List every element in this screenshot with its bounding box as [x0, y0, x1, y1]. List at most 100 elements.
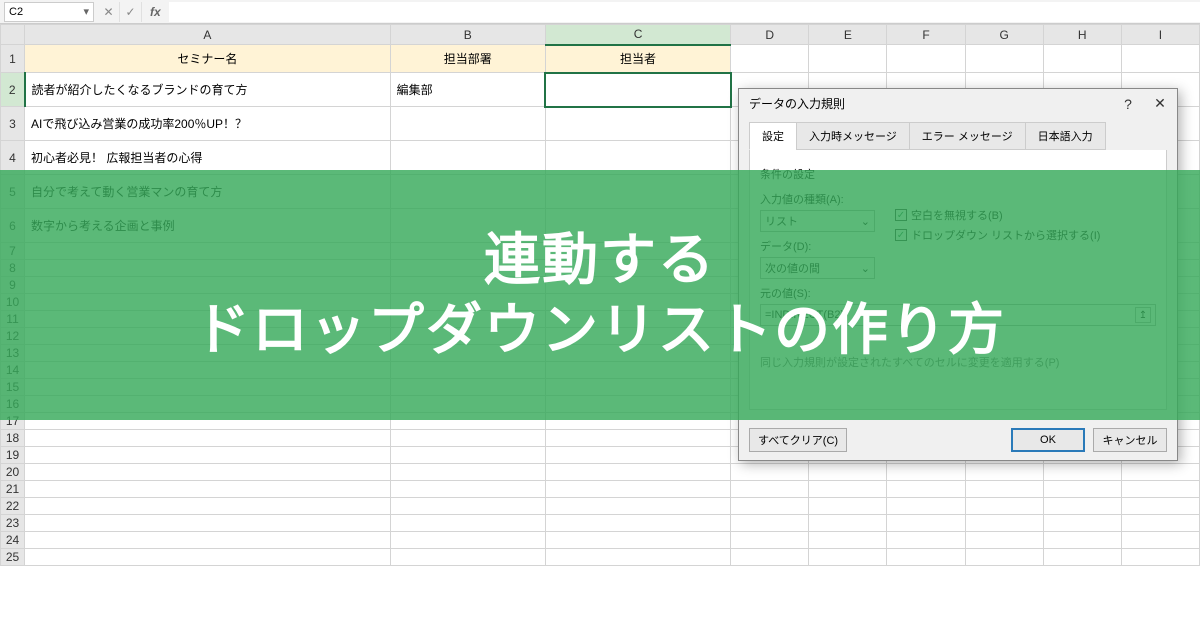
cell[interactable] — [1043, 498, 1121, 515]
dialog-titlebar[interactable]: データの入力規則 ? ✕ — [739, 89, 1177, 118]
cell[interactable] — [545, 430, 730, 447]
cell[interactable] — [25, 549, 391, 566]
cell[interactable] — [965, 515, 1043, 532]
cell[interactable] — [545, 498, 730, 515]
cell[interactable] — [887, 515, 965, 532]
select-all-corner[interactable] — [1, 25, 25, 45]
cell[interactable] — [809, 45, 887, 73]
cell[interactable] — [887, 464, 965, 481]
name-box[interactable]: C2 ▾ — [4, 2, 94, 22]
row-header[interactable]: 18 — [1, 430, 25, 447]
cell[interactable]: 担当部署 — [390, 45, 545, 73]
cell[interactable] — [731, 464, 809, 481]
tab-error-message[interactable]: エラー メッセージ — [909, 122, 1026, 150]
row-header[interactable]: 22 — [1, 498, 25, 515]
accept-formula-icon[interactable]: ✓ — [120, 2, 142, 22]
cell[interactable] — [390, 464, 545, 481]
cell[interactable] — [545, 532, 730, 549]
cell[interactable] — [731, 515, 809, 532]
col-header-a[interactable]: A — [25, 25, 391, 45]
col-header-g[interactable]: G — [965, 25, 1043, 45]
col-header-d[interactable]: D — [731, 25, 809, 45]
row-header[interactable]: 19 — [1, 447, 25, 464]
cell[interactable] — [1043, 515, 1121, 532]
cell[interactable] — [1121, 532, 1199, 549]
cell[interactable] — [1121, 549, 1199, 566]
active-cell[interactable] — [545, 73, 730, 107]
cell[interactable] — [965, 464, 1043, 481]
cell[interactable] — [545, 464, 730, 481]
cell[interactable] — [731, 45, 809, 73]
cell[interactable] — [25, 430, 391, 447]
cell[interactable] — [25, 464, 391, 481]
row-header[interactable]: 24 — [1, 532, 25, 549]
cell[interactable] — [545, 549, 730, 566]
ok-button[interactable]: OK — [1011, 428, 1085, 452]
col-header-i[interactable]: I — [1121, 25, 1199, 45]
cell[interactable] — [1121, 481, 1199, 498]
tab-input-message[interactable]: 入力時メッセージ — [796, 122, 910, 150]
cell[interactable]: AIで飛び込み営業の成功率200％UP！？ — [25, 107, 391, 141]
cell[interactable]: 読者が紹介したくなるブランドの育て方 — [25, 73, 391, 107]
cell[interactable] — [809, 532, 887, 549]
row-header[interactable]: 3 — [1, 107, 25, 141]
close-icon[interactable]: ✕ — [1153, 95, 1167, 112]
cell[interactable]: セミナー名 — [25, 45, 391, 73]
cell[interactable] — [809, 515, 887, 532]
row-header[interactable]: 21 — [1, 481, 25, 498]
cell[interactable] — [545, 447, 730, 464]
cell[interactable] — [965, 549, 1043, 566]
col-header-e[interactable]: E — [809, 25, 887, 45]
cell[interactable] — [390, 515, 545, 532]
cell[interactable] — [545, 515, 730, 532]
tab-settings[interactable]: 設定 — [749, 122, 797, 150]
cell[interactable] — [1121, 498, 1199, 515]
cell[interactable] — [25, 515, 391, 532]
cell[interactable]: 編集部 — [390, 73, 545, 107]
cell[interactable] — [1121, 464, 1199, 481]
fx-icon[interactable]: fx — [150, 5, 161, 19]
cell[interactable] — [887, 498, 965, 515]
cell[interactable] — [390, 549, 545, 566]
cell[interactable] — [965, 498, 1043, 515]
cell[interactable] — [390, 498, 545, 515]
cell[interactable] — [887, 481, 965, 498]
cell[interactable] — [1043, 532, 1121, 549]
row-header[interactable]: 1 — [1, 45, 25, 73]
cell[interactable] — [809, 464, 887, 481]
cancel-formula-icon[interactable]: ✕ — [98, 2, 120, 22]
cell[interactable] — [25, 481, 391, 498]
col-header-c[interactable]: C — [545, 25, 730, 45]
cell[interactable] — [25, 447, 391, 464]
cell[interactable] — [731, 481, 809, 498]
row-header[interactable]: 25 — [1, 549, 25, 566]
cell[interactable] — [545, 481, 730, 498]
formula-input[interactable] — [169, 2, 1200, 22]
cell[interactable] — [390, 532, 545, 549]
tab-ime[interactable]: 日本語入力 — [1025, 122, 1106, 150]
cell[interactable] — [390, 481, 545, 498]
col-header-h[interactable]: H — [1043, 25, 1121, 45]
cell[interactable] — [1121, 45, 1199, 73]
cell[interactable] — [390, 447, 545, 464]
cell[interactable] — [390, 430, 545, 447]
row-header[interactable]: 20 — [1, 464, 25, 481]
cell[interactable] — [887, 532, 965, 549]
cell[interactable] — [809, 481, 887, 498]
cell[interactable] — [1043, 481, 1121, 498]
cell[interactable] — [731, 549, 809, 566]
cell[interactable] — [887, 45, 965, 73]
cell[interactable] — [809, 498, 887, 515]
col-header-f[interactable]: F — [887, 25, 965, 45]
cancel-button[interactable]: キャンセル — [1093, 428, 1167, 452]
cell[interactable] — [25, 498, 391, 515]
cell[interactable] — [731, 532, 809, 549]
cell[interactable] — [1043, 464, 1121, 481]
cell[interactable] — [1043, 549, 1121, 566]
help-icon[interactable]: ? — [1121, 96, 1135, 112]
cell[interactable] — [1043, 45, 1121, 73]
col-header-b[interactable]: B — [390, 25, 545, 45]
cell[interactable] — [25, 532, 391, 549]
cell[interactable] — [965, 45, 1043, 73]
cell[interactable] — [1121, 515, 1199, 532]
